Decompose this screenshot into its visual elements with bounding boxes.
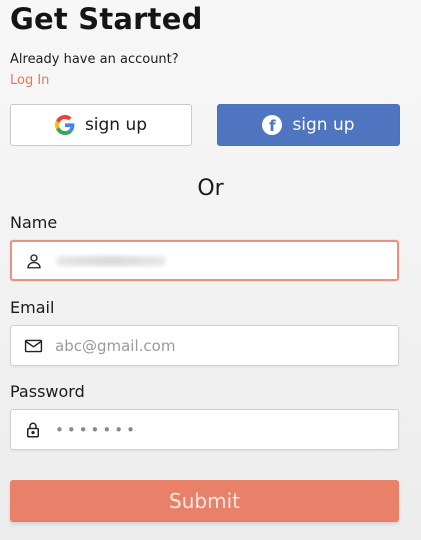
name-field[interactable] xyxy=(10,240,399,281)
name-label: Name xyxy=(10,213,58,232)
login-link[interactable]: Log In xyxy=(10,73,49,88)
facebook-icon: f xyxy=(262,115,283,135)
password-masked-value: ••••••• xyxy=(55,420,138,439)
mail-icon xyxy=(23,336,43,356)
password-label: Password xyxy=(10,382,85,401)
google-signup-button[interactable]: sign up xyxy=(10,104,192,146)
password-field[interactable]: ••••••• xyxy=(10,409,399,450)
facebook-signup-button[interactable]: f sign up xyxy=(217,104,400,146)
lock-icon xyxy=(23,420,43,440)
page-title: Get Started xyxy=(10,2,203,36)
name-value-redacted xyxy=(56,255,166,266)
google-signup-label: sign up xyxy=(84,115,148,135)
or-divider: Or xyxy=(197,176,224,201)
user-icon xyxy=(24,251,44,271)
facebook-signup-label: sign up xyxy=(292,115,355,135)
submit-button[interactable]: Submit xyxy=(10,480,399,522)
email-field[interactable]: abc@gmail.com xyxy=(10,325,399,366)
email-placeholder: abc@gmail.com xyxy=(55,336,176,355)
email-label: Email xyxy=(10,298,55,317)
signup-page: Get Started Already have an account? Log… xyxy=(0,0,421,540)
account-prompt: Already have an account? xyxy=(10,52,179,67)
google-icon xyxy=(54,115,75,135)
